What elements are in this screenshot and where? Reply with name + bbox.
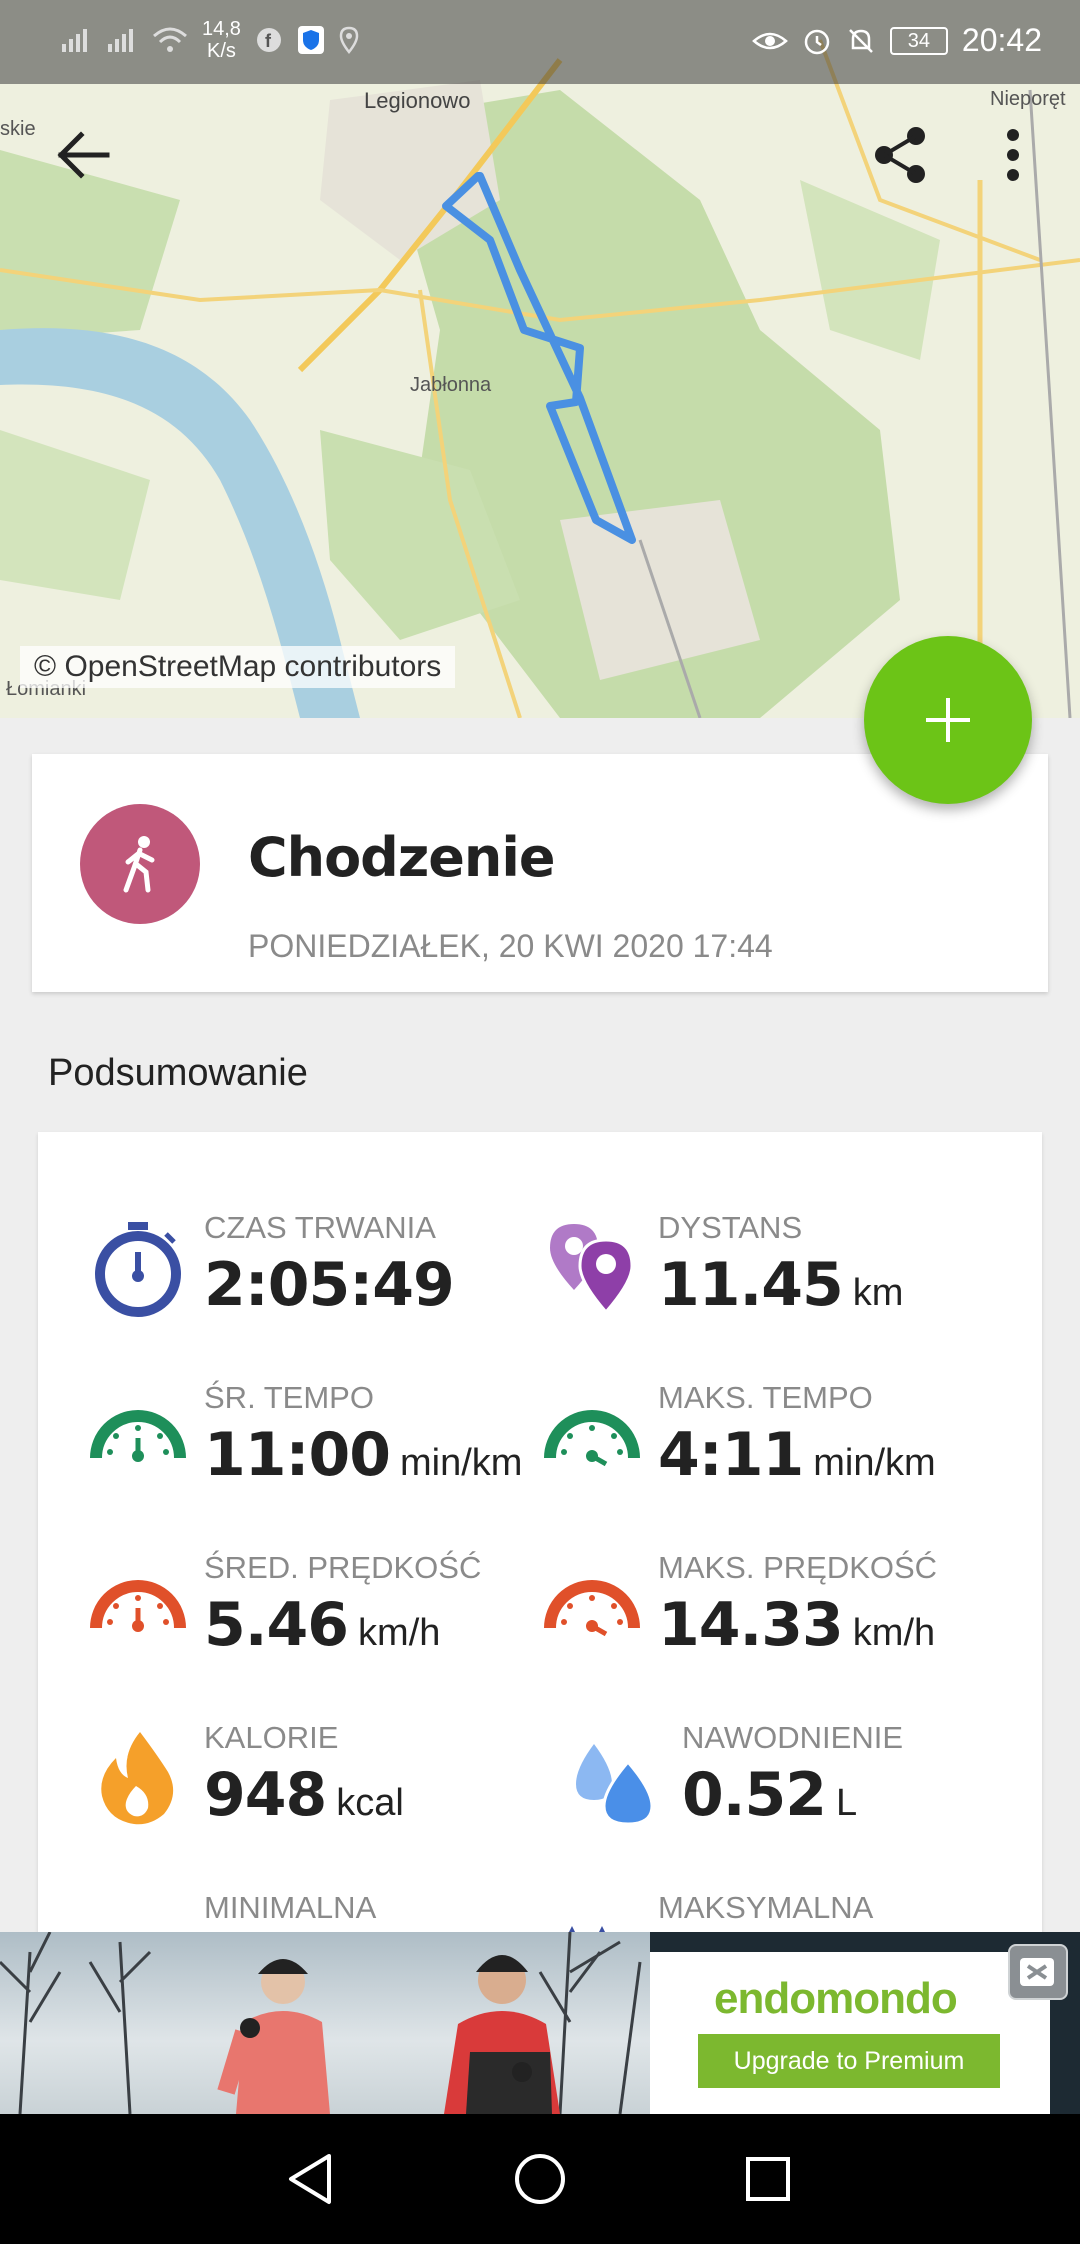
arrow-left-icon (57, 131, 110, 179)
activity-date: PONIEDZIAŁEK, 20 KWI 2020 17:44 (248, 928, 773, 964)
shield-icon (297, 26, 324, 54)
stat-avg-pace: ŚR. TEMPO 11:00 min/km (88, 1380, 558, 1520)
stat-value: 948 kcal (204, 1760, 404, 1830)
stat-label: DYSTANS (658, 1210, 803, 1245)
stat-label: KALORIE (204, 1720, 339, 1755)
place-label: Nieporęt (990, 88, 1066, 110)
ad-close-button[interactable] (1008, 1944, 1068, 2000)
map-pins-icon (550, 1224, 634, 1315)
stat-max-pace: MAKS. TEMPO 4:11 min/km (542, 1380, 1012, 1520)
net-speed: 14,8 K/s (202, 18, 241, 62)
stat-label: ŚRED. PRĘDKOŚĆ (204, 1550, 482, 1585)
facebook-icon: f (256, 28, 281, 52)
water-drops-icon (576, 1744, 654, 1826)
alarm-icon (804, 29, 830, 54)
square-recents-icon (746, 2157, 790, 2201)
signal-icon (108, 29, 133, 52)
plus-icon (926, 698, 970, 742)
stat-value: 14.33 km/h (658, 1590, 936, 1660)
gauge-icon (544, 1410, 640, 1467)
place-label: skie (0, 118, 36, 140)
stat-label: ŚR. TEMPO (204, 1380, 374, 1415)
location-icon (339, 26, 359, 54)
stopwatch-icon (95, 1222, 181, 1317)
stat-label: CZAS TRWANIA (204, 1210, 436, 1245)
more-options-button[interactable] (968, 110, 1058, 200)
clock: 20:42 (961, 22, 1042, 58)
walking-icon (123, 836, 155, 893)
stat-value: 2:05:49 (204, 1250, 455, 1320)
activity-header-card: Chodzenie PONIEDZIAŁEK, 20 KWI 2020 17:4… (32, 754, 1048, 992)
stat-label: MINIMALNA (204, 1890, 377, 1925)
fire-icon (101, 1732, 174, 1825)
svg-text:f: f (265, 31, 272, 51)
summary-title: Podsumowanie (48, 1052, 308, 1094)
stat-calories: KALORIE 948 kcal (88, 1720, 558, 1860)
speedometer-icon (90, 1580, 186, 1632)
stat-label: MAKS. TEMPO (658, 1380, 873, 1415)
wifi-icon (153, 27, 187, 52)
nav-recents-button[interactable] (728, 2144, 808, 2214)
stat-label: NAWODNIENIE (682, 1720, 904, 1755)
sport-name: Chodzenie (248, 826, 555, 889)
notifications-off-icon (849, 28, 873, 53)
summary-card: CZAS TRWANIA 2:05:49 DYSTANS 11.45 km ŚR.… (38, 1132, 1042, 1952)
map-background (0, 0, 1080, 718)
place-label: Legionowo (364, 88, 471, 113)
map-attribution[interactable]: © OpenStreetMap contributors (20, 646, 456, 688)
stat-hydration: NAWODNIENIE 0.52 L (566, 1720, 1036, 1860)
upgrade-premium-button[interactable]: Upgrade to Premium (698, 2034, 1000, 2088)
stat-value: 4:11 min/km (658, 1420, 936, 1490)
speedometer-icon (544, 1580, 640, 1637)
ad-banner[interactable]: endomondo Upgrade to Premium (0, 1932, 1080, 2114)
nav-back-button[interactable] (270, 2144, 350, 2214)
sport-avatar (80, 804, 200, 924)
endomondo-logo: endomondo (714, 1974, 958, 2023)
stat-max-speed: MAKS. PRĘDKOŚĆ 14.33 km/h (542, 1550, 1012, 1690)
stat-label: MAKSYMALNA (658, 1890, 874, 1925)
stat-duration: CZAS TRWANIA 2:05:49 (88, 1210, 558, 1350)
stat-value: 11.45 km (658, 1250, 904, 1320)
battery-icon: 34 (889, 26, 948, 55)
share-icon (875, 127, 925, 183)
stat-value: 5.46 km/h (204, 1590, 441, 1660)
triangle-back-icon (289, 2154, 331, 2204)
place-label: Jabłonna (410, 374, 492, 396)
stat-value: 0.52 L (682, 1760, 858, 1830)
ad-runners-illustration (0, 1932, 642, 2114)
add-button[interactable] (864, 636, 1032, 804)
gauge-icon (90, 1410, 186, 1462)
route-map[interactable]: Legionowo Jabłonna Łomianki Nieporęt ski… (0, 0, 1080, 718)
signal-icon (62, 29, 87, 52)
stat-avg-speed: ŚRED. PRĘDKOŚĆ 5.46 km/h (88, 1550, 558, 1690)
more-vertical-icon (1007, 129, 1019, 181)
back-button[interactable] (38, 110, 128, 200)
stat-distance: DYSTANS 11.45 km (542, 1210, 1012, 1350)
stat-value: 11:00 min/km (204, 1420, 523, 1490)
stat-label: MAKS. PRĘDKOŚĆ (658, 1550, 938, 1585)
system-nav-bar (0, 2114, 1080, 2244)
status-bar: 14,8 K/s f 34 20:42 (0, 0, 1080, 84)
circle-home-icon (515, 2154, 565, 2204)
nav-home-button[interactable] (500, 2144, 580, 2214)
share-button[interactable] (855, 110, 945, 200)
ad-image (0, 1932, 650, 2114)
eye-icon (752, 32, 788, 49)
ad-panel: endomondo Upgrade to Premium (650, 1952, 1050, 2114)
close-ad-icon (1020, 1958, 1054, 1986)
